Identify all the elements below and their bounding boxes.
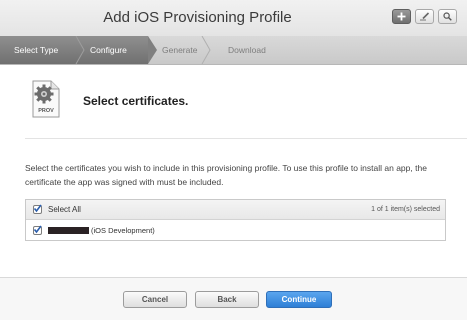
step-select-type: Select Type — [14, 45, 59, 55]
select-all-checkbox[interactable] — [33, 204, 42, 214]
certificates-table: Select All 1 of 1 item(s) selected (iOS … — [25, 199, 446, 241]
step-download: Download — [228, 45, 266, 55]
step-separator-icon — [75, 36, 85, 64]
add-button[interactable] — [392, 9, 411, 24]
table-header: Select All 1 of 1 item(s) selected — [26, 200, 445, 220]
provisioning-profile-icon: PROV — [32, 80, 60, 123]
redacted-certificate-name — [48, 227, 89, 234]
step-generate: Generate — [162, 45, 198, 55]
section-heading: Select certificates. — [83, 94, 189, 108]
cancel-button[interactable]: Cancel — [123, 291, 187, 308]
continue-button[interactable]: Continue — [266, 291, 332, 308]
select-all-label: Select All — [48, 205, 81, 214]
checkmark-icon — [33, 204, 42, 213]
page-title: Add iOS Provisioning Profile — [103, 9, 292, 26]
step-separator-icon — [201, 36, 211, 64]
search-button[interactable] — [438, 9, 457, 24]
active-step-arrow — [148, 36, 157, 64]
prov-icon-label: PROV — [38, 108, 54, 114]
certificate-checkbox[interactable] — [33, 225, 42, 235]
footer-bar: Cancel Back Continue — [0, 278, 467, 320]
divider — [25, 138, 467, 139]
back-button[interactable]: Back — [195, 291, 259, 308]
certificate-type: (iOS Development) — [91, 226, 155, 235]
selection-count: 1 of 1 item(s) selected — [371, 206, 440, 213]
step-configure: Configure — [90, 45, 127, 55]
progress-steps: Select Type Configure Generate Download — [0, 36, 467, 65]
edit-icon — [420, 12, 430, 21]
plus-icon — [397, 12, 406, 21]
window-header: Add iOS Provisioning Profile — [0, 0, 467, 36]
search-icon — [443, 12, 452, 21]
description-text: Select the certificates you wish to incl… — [25, 163, 427, 187]
edit-button[interactable] — [415, 9, 434, 24]
checkmark-icon — [33, 225, 42, 234]
